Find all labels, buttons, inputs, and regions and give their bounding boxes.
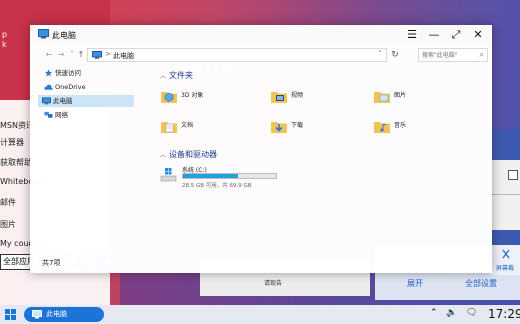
start-menu-fragment: k [2, 40, 7, 49]
chevron-up-icon: ︿ [160, 73, 167, 80]
folders-group-label: 文件夹 [169, 71, 194, 80]
drive-free-space: 28.5 GB 可用，共 69.9 GB [182, 183, 252, 189]
folder-3d-objects[interactable]: 3D 对象 [160, 87, 250, 111]
computer-icon [42, 97, 51, 105]
start-item-msn[interactable]: MSN资讯 [0, 120, 34, 131]
network-icon [44, 111, 53, 118]
screen-snip-label: 屏幕截 [496, 265, 515, 272]
folders-group-header[interactable]: ︿ 文件夹 [160, 70, 193, 81]
chevron-up-icon: ︿ [160, 152, 167, 159]
downloads-folder-icon [271, 122, 287, 133]
refresh-button[interactable]: ↻ [388, 48, 402, 62]
video-folder-icon [271, 92, 287, 103]
folder-music[interactable]: 音乐 [373, 117, 463, 141]
nav-item-label: 此电脑 [53, 97, 73, 105]
file-explorer-window: 此电脑 ☰ — ⤢ ✕ shhh ← → ˅ ↑ > 此电脑 ˅ ↻ ⌕ [30, 25, 492, 273]
notification-icon[interactable]: 🗨 [466, 308, 477, 318]
computer-icon [92, 51, 102, 59]
forward-button[interactable]: → [56, 49, 66, 61]
search-icon: ⌕ [479, 50, 484, 59]
breadcrumb[interactable]: 此电脑 [113, 51, 134, 61]
folder-label: 图片 [394, 92, 407, 99]
start-item-mail[interactable]: 邮件 [0, 197, 16, 208]
volume-icon[interactable]: 🔈 [446, 308, 457, 318]
back-button[interactable]: ← [44, 49, 54, 61]
nav-item-label: 网络 [55, 111, 68, 119]
expand-link[interactable]: 展开 [407, 278, 423, 289]
computer-icon [32, 310, 42, 319]
cloud-icon [44, 84, 53, 90]
search-box[interactable]: ⌕ [418, 48, 488, 62]
taskbar-app-label: 此电脑 [46, 310, 67, 318]
search-input[interactable] [419, 49, 475, 61]
drive-c[interactable]: 系统 (C:) 28.5 GB 可用，共 69.9 GB [160, 165, 360, 191]
folder-documents[interactable]: 文档 [160, 117, 250, 141]
nav-item-this-pc[interactable]: 此电脑 [38, 95, 134, 107]
drive-usage-bar [182, 173, 277, 179]
hard-drive-icon [160, 168, 177, 182]
divider [488, 194, 520, 195]
address-bar[interactable]: > 此电脑 ˅ [87, 48, 387, 62]
window-title: 此电脑 [52, 31, 76, 40]
background-window-text: 请现告 [264, 280, 283, 287]
drive-usage-fill [183, 174, 238, 178]
checkbox[interactable] [508, 170, 518, 180]
scissors-icon [502, 249, 510, 259]
screen-snip-tile[interactable]: 屏幕截 [492, 245, 520, 275]
folder-label: 视频 [291, 92, 304, 99]
folder-label: 3D 对象 [181, 92, 204, 99]
nav-item-network[interactable]: 网络 [40, 109, 152, 121]
title-bar[interactable]: 此电脑 ☰ — ⤢ ✕ [30, 25, 492, 45]
address-row: ← → ˅ ↑ > 此电脑 ˅ ↻ ⌕ [30, 47, 492, 63]
navigation-pane: 快速访问 OneDrive 此电脑 网络 [30, 65, 150, 255]
windows-start-icon[interactable] [5, 309, 16, 320]
start-item-calculator[interactable]: 计算器 [0, 137, 24, 148]
up-button[interactable]: ↑ [76, 49, 86, 61]
clock[interactable]: 17:29 [488, 307, 520, 321]
folder-label: 音乐 [394, 122, 407, 129]
music-folder-icon [374, 122, 390, 133]
nav-item-label: OneDrive [55, 83, 86, 91]
star-icon [44, 69, 53, 77]
chevron-down-icon[interactable]: ˅ [379, 50, 383, 58]
minimize-button[interactable]: — [426, 27, 442, 43]
3d-objects-icon [161, 92, 177, 103]
status-bar-item-count: 共7项 [42, 259, 61, 267]
taskbar-app-this-pc[interactable]: 此电脑 [24, 307, 104, 322]
chevron-up-icon[interactable]: ⌃ [430, 308, 438, 318]
pictures-folder-icon [374, 92, 390, 103]
folder-videos[interactable]: 视频 [270, 87, 360, 111]
folder-pictures[interactable]: 图片 [373, 87, 463, 111]
close-button[interactable]: ✕ [470, 27, 486, 43]
folder-label: 下载 [291, 122, 304, 129]
menu-icon[interactable]: ☰ [404, 27, 420, 43]
nav-item-label: 快速访问 [55, 69, 81, 77]
documents-folder-icon [161, 122, 177, 133]
nav-item-quick-access[interactable]: 快速访问 [40, 67, 152, 79]
taskbar: 此电脑 ⌃ 🔈 🗨 17:29 [0, 305, 520, 324]
start-item-get-help[interactable]: 获取帮助 [0, 157, 32, 168]
devices-group-header[interactable]: ︿ 设备和驱动器 [160, 149, 217, 160]
maximize-button[interactable]: ⤢ [448, 27, 464, 43]
content-pane: ︿ 文件夹 3D 对象 视频 图片 文档 下载 音乐 ︿ 设备和驱动器 系统 (… [155, 65, 490, 260]
nav-item-onedrive[interactable]: OneDrive [40, 81, 152, 93]
all-settings-link[interactable]: 全部设置 [465, 278, 497, 289]
folder-downloads[interactable]: 下载 [270, 117, 360, 141]
computer-icon [38, 29, 49, 39]
start-item-photos[interactable]: 图片 [0, 219, 16, 230]
devices-group-label: 设备和驱动器 [169, 150, 218, 159]
breadcrumb-separator: > [105, 50, 111, 58]
background-panel [488, 160, 520, 230]
folder-label: 文档 [181, 122, 194, 129]
start-menu-fragment: p [2, 30, 8, 39]
